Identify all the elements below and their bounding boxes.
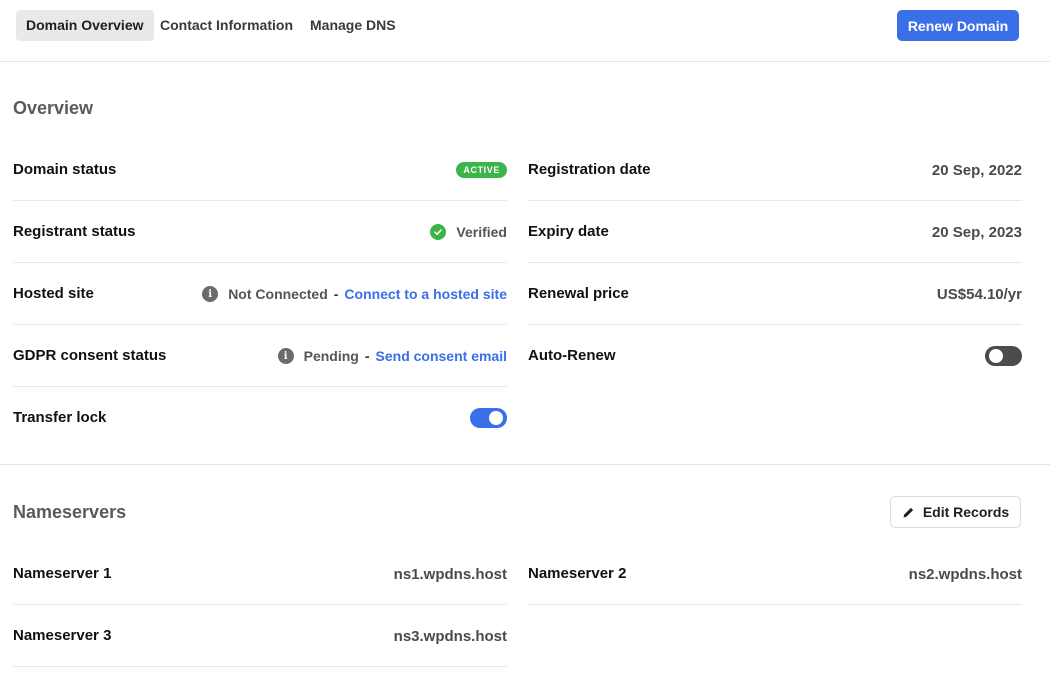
transfer-lock-row: Transfer lock (13, 387, 507, 449)
expiry-date-label: Expiry date (528, 223, 609, 240)
hosted-site-row: Hosted site i Not Connected - Connect to… (13, 263, 507, 325)
expiry-date-value: 20 Sep, 2023 (931, 223, 1022, 241)
top-nav: Domain Overview Contact Information Mana… (0, 0, 1050, 62)
nameserver-value: ns1.wpdns.host (393, 565, 507, 583)
section-divider (0, 464, 1050, 465)
renew-domain-button[interactable]: Renew Domain (897, 10, 1019, 41)
overview-heading: Overview (13, 98, 94, 118)
registration-date-row: Registration date 20 Sep, 2022 (528, 139, 1022, 201)
separator: - (364, 348, 370, 364)
nameserver-row: Nameserver 2 ns2.wpdns.host (528, 543, 1022, 605)
info-icon: i (202, 286, 219, 302)
send-consent-email-link[interactable]: Send consent email (376, 348, 507, 364)
toggle-knob (989, 349, 1003, 363)
auto-renew-toggle[interactable] (985, 346, 1022, 366)
registrant-status-value: Verified (430, 201, 507, 263)
pencil-icon (902, 506, 915, 519)
auto-renew-label: Auto-Renew (528, 347, 616, 364)
separator: - (333, 286, 339, 302)
transfer-lock-label: Transfer lock (13, 409, 107, 426)
transfer-lock-value (470, 387, 507, 449)
edit-records-label: Edit Records (922, 504, 1010, 520)
tab-contact-information[interactable]: Contact Information (150, 10, 303, 41)
nameserver-label: Nameserver 3 (13, 627, 112, 644)
hosted-site-status: Not Connected (228, 286, 328, 302)
status-badge: ACTIVE (456, 162, 507, 178)
gdpr-row: GDPR consent status i Pending - Send con… (13, 325, 507, 387)
auto-renew-row: Auto-Renew (528, 325, 1022, 387)
connect-hosted-site-link[interactable]: Connect to a hosted site (344, 286, 507, 302)
hosted-site-value: i Not Connected - Connect to a hosted si… (202, 263, 507, 325)
renewal-price-value: US$54.10/yr (936, 285, 1022, 303)
registrant-status-text: Verified (456, 224, 507, 240)
auto-renew-value (985, 325, 1022, 387)
nameserver-row: Nameserver 3 ns3.wpdns.host (13, 605, 507, 667)
tab-manage-dns[interactable]: Manage DNS (300, 10, 406, 41)
nameserver-label: Nameserver 2 (528, 565, 627, 582)
toggle-knob (489, 411, 503, 425)
gdpr-value: i Pending - Send consent email (277, 325, 507, 387)
info-icon: i (277, 348, 294, 364)
transfer-lock-toggle[interactable] (470, 408, 507, 428)
nameserver-value: ns3.wpdns.host (393, 627, 507, 645)
gdpr-label: GDPR consent status (13, 347, 167, 364)
domain-status-row: Domain status ACTIVE (13, 139, 507, 201)
gdpr-status: Pending (303, 348, 359, 364)
registrant-status-label: Registrant status (13, 223, 136, 240)
expiry-date-row: Expiry date 20 Sep, 2023 (528, 201, 1022, 263)
domain-status-value: ACTIVE (456, 139, 507, 201)
nameservers-heading: Nameservers (13, 502, 127, 522)
registrant-status-row: Registrant status Verified (13, 201, 507, 263)
renewal-price-label: Renewal price (528, 285, 629, 302)
registration-date-label: Registration date (528, 161, 651, 178)
edit-records-button[interactable]: Edit Records (890, 496, 1021, 528)
check-circle-icon (430, 224, 447, 240)
nameserver-value: ns2.wpdns.host (908, 565, 1022, 583)
renewal-price-row: Renewal price US$54.10/yr (528, 263, 1022, 325)
nameserver-label: Nameserver 1 (13, 565, 112, 582)
tab-domain-overview[interactable]: Domain Overview (16, 10, 154, 41)
nameserver-row: Nameserver 1 ns1.wpdns.host (13, 543, 507, 605)
hosted-site-label: Hosted site (13, 285, 94, 302)
domain-status-label: Domain status (13, 161, 117, 178)
registration-date-value: 20 Sep, 2022 (931, 161, 1022, 179)
